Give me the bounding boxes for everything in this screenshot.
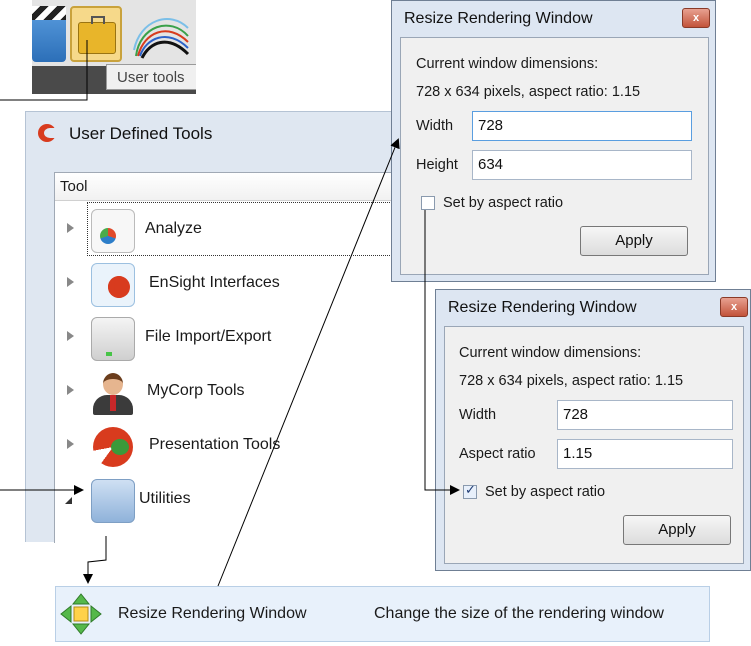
close-icon[interactable]: x bbox=[682, 8, 710, 28]
current-dimensions-label: Current window dimensions: bbox=[459, 345, 642, 361]
dialog-title: Resize Rendering Window bbox=[404, 10, 593, 27]
dialog-titlebar: Resize Rendering Window x bbox=[436, 290, 750, 324]
curves-icon[interactable] bbox=[130, 6, 190, 62]
tool-tree: Tool Analyze EnSight Interfaces File Imp… bbox=[54, 172, 400, 543]
expand-arrow-icon[interactable] bbox=[67, 277, 74, 287]
aspect-ratio-checkbox[interactable] bbox=[421, 196, 435, 210]
folder-icon bbox=[91, 479, 135, 523]
window-titlebar: User Defined Tools bbox=[26, 112, 398, 158]
drive-icon bbox=[91, 317, 135, 361]
apply-button[interactable]: Apply bbox=[623, 515, 731, 545]
resize-dialog-aspect-ratio: Resize Rendering Window x Current window… bbox=[435, 289, 751, 571]
resize-dialog-width-height: Resize Rendering Window x Current window… bbox=[391, 0, 716, 282]
expand-arrow-icon[interactable] bbox=[67, 331, 74, 341]
tree-item-ensight-interfaces[interactable]: EnSight Interfaces bbox=[55, 257, 399, 311]
checkmark-icon: ✓ bbox=[465, 482, 476, 497]
dialog-title: Resize Rendering Window bbox=[448, 299, 637, 316]
current-dimensions-value: 728 x 634 pixels, aspect ratio: 1.15 bbox=[416, 84, 641, 100]
user-tools-tooltip: User tools bbox=[106, 64, 196, 90]
dialog-body: Current window dimensions: 728 x 634 pix… bbox=[400, 37, 709, 275]
aspect-ratio-checkbox[interactable]: ✓ bbox=[463, 482, 477, 499]
utility-description: Change the size of the rendering window bbox=[374, 605, 664, 622]
ensight-logo-icon bbox=[38, 124, 56, 142]
utility-name: Resize Rendering Window bbox=[118, 605, 307, 622]
move-arrows-icon bbox=[60, 593, 102, 635]
width-label: Width bbox=[416, 118, 454, 134]
ensight-icon bbox=[91, 263, 135, 307]
collapse-arrow-icon[interactable] bbox=[65, 497, 72, 504]
dialog-titlebar: Resize Rendering Window x bbox=[392, 1, 715, 35]
height-field[interactable]: 634 bbox=[472, 150, 692, 180]
film-icon[interactable] bbox=[32, 6, 66, 62]
current-dimensions-label: Current window dimensions: bbox=[416, 56, 599, 72]
expand-arrow-icon[interactable] bbox=[67, 223, 74, 233]
tree-item-label: File Import/Export bbox=[145, 328, 272, 345]
toolbox-icon[interactable] bbox=[70, 6, 122, 62]
current-dimensions-value: 728 x 634 pixels, aspect ratio: 1.15 bbox=[459, 373, 684, 389]
aspect-ratio-label: Aspect ratio bbox=[459, 446, 536, 462]
tree-item-label: EnSight Interfaces bbox=[149, 274, 280, 291]
tree-item-presentation-tools[interactable]: Presentation Tools bbox=[55, 419, 399, 473]
tree-item-mycorp-tools[interactable]: MyCorp Tools bbox=[55, 365, 399, 419]
tree-item-file-import-export[interactable]: File Import/Export bbox=[55, 311, 399, 365]
width-field[interactable]: 728 bbox=[557, 400, 733, 430]
utility-row-resize-window[interactable]: Resize Rendering Window Change the size … bbox=[55, 586, 710, 642]
height-label: Height bbox=[416, 157, 458, 173]
column-header-tool[interactable]: Tool bbox=[55, 173, 399, 201]
aspect-ratio-checkbox-label[interactable]: Set by aspect ratio bbox=[485, 484, 605, 500]
close-icon[interactable]: x bbox=[720, 297, 748, 317]
toolbar: User tools bbox=[32, 0, 196, 94]
tree-item-analyze[interactable]: Analyze bbox=[55, 202, 400, 257]
tree-item-label: Utilities bbox=[139, 490, 191, 507]
width-field[interactable]: 728 bbox=[472, 111, 692, 141]
dialog-body: Current window dimensions: 728 x 634 pix… bbox=[444, 326, 744, 564]
window-title: User Defined Tools bbox=[69, 124, 213, 143]
presentation-icon bbox=[91, 425, 133, 467]
tree-item-utilities[interactable]: Utilities bbox=[55, 473, 399, 527]
expand-arrow-icon[interactable] bbox=[67, 439, 74, 449]
aspect-ratio-field[interactable]: 1.15 bbox=[557, 439, 733, 469]
selection-outline bbox=[87, 202, 400, 256]
width-label: Width bbox=[459, 407, 497, 423]
tree-item-label: MyCorp Tools bbox=[147, 382, 245, 399]
tree-item-label: Presentation Tools bbox=[149, 436, 281, 453]
person-icon bbox=[91, 371, 133, 415]
aspect-ratio-checkbox-label[interactable]: Set by aspect ratio bbox=[443, 195, 563, 211]
expand-arrow-icon[interactable] bbox=[67, 385, 74, 395]
user-defined-tools-window: User Defined Tools Tool Analyze EnSight … bbox=[25, 111, 400, 543]
apply-button[interactable]: Apply bbox=[580, 226, 688, 256]
